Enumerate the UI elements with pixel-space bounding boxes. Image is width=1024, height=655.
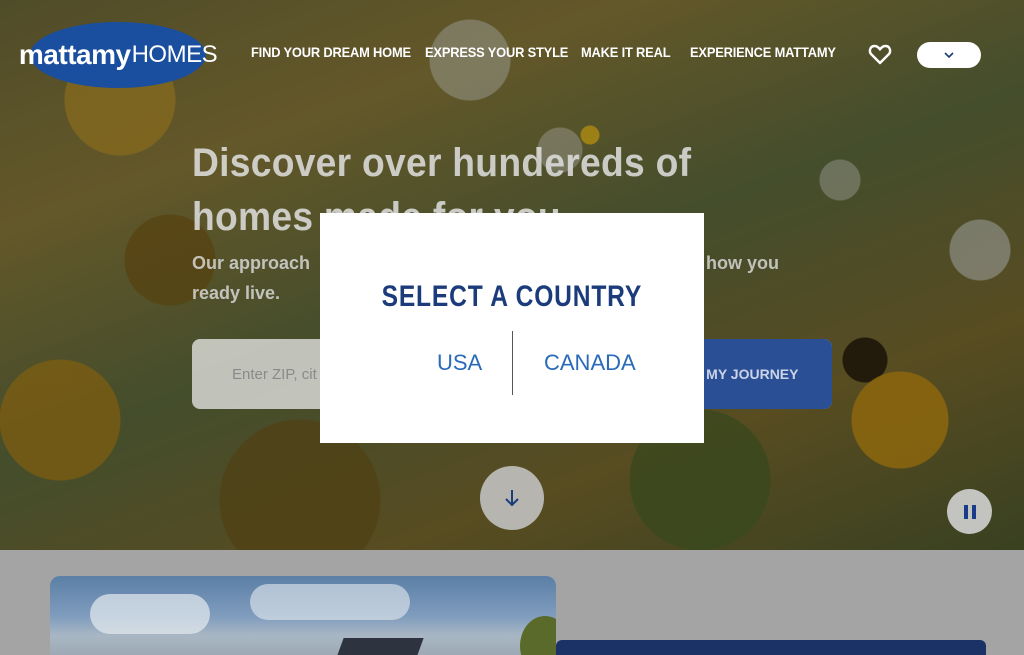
pause-icon — [963, 504, 976, 519]
pause-video-button[interactable] — [947, 489, 992, 534]
heart-icon[interactable] — [868, 43, 892, 65]
modal-title: SELECT A COUNTRY — [0, 280, 1024, 314]
nav-find-your-dream-home[interactable]: FIND YOUR DREAM HOME — [251, 44, 411, 60]
scroll-down-button[interactable] — [480, 466, 544, 530]
modal-title-text: SELECT A COUNTRY — [381, 280, 643, 313]
logo-text-mattamy: mattamy — [18, 39, 131, 70]
arrow-down-icon — [505, 490, 519, 507]
country-option-canada[interactable]: CANADA — [544, 350, 636, 376]
country-divider — [512, 331, 513, 395]
nav-experience-mattamy[interactable]: EXPERIENCE MATTAMY — [690, 44, 836, 60]
community-photo — [50, 576, 556, 655]
nav-make-it-real[interactable]: MAKE IT REAL — [581, 44, 671, 60]
nav-express-your-style[interactable]: EXPRESS YOUR STYLE — [425, 44, 568, 60]
feature-panel — [556, 640, 986, 655]
chevron-down-icon — [944, 51, 954, 58]
language-select[interactable] — [917, 42, 981, 68]
country-option-usa[interactable]: USA — [437, 350, 482, 376]
country-select-modal — [320, 213, 704, 443]
mattamy-homes-logo[interactable]: mattamy HOMES — [19, 22, 218, 88]
hero-subtitle-start: Our approach — [192, 253, 311, 273]
logo-text-homes: HOMES — [131, 41, 218, 68]
